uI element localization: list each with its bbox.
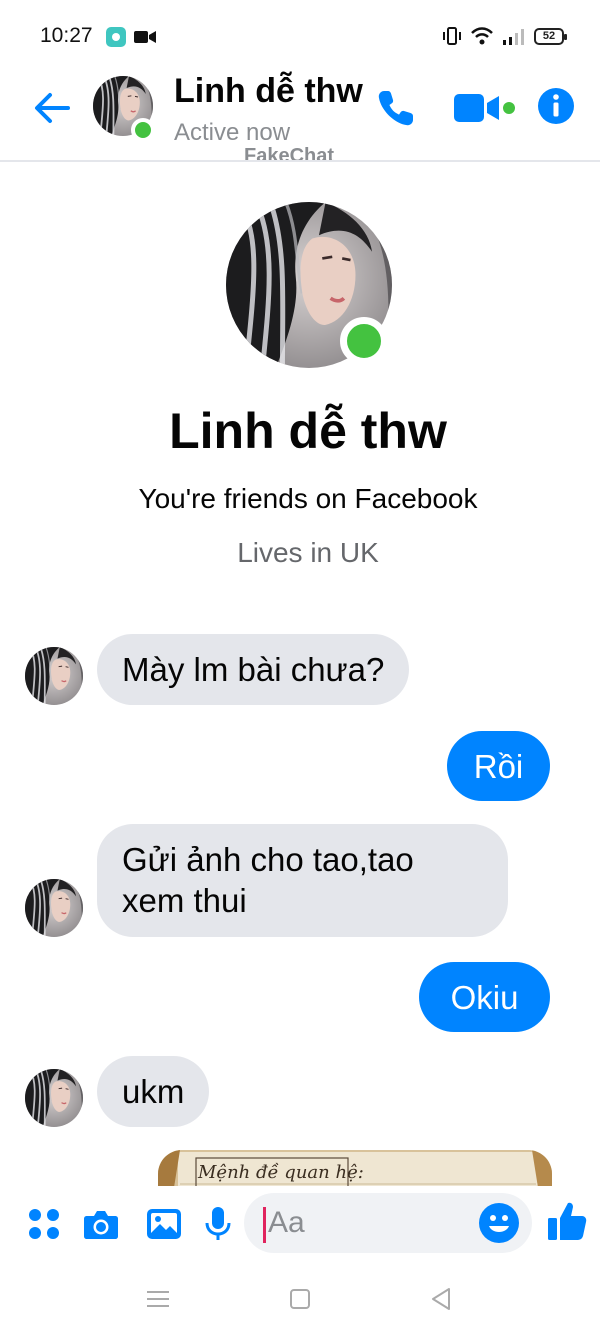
online-indicator — [131, 118, 155, 142]
message-avatar[interactable] — [25, 1069, 83, 1127]
back-triangle-icon[interactable] — [427, 1284, 457, 1314]
image-icon[interactable] — [144, 1204, 184, 1244]
message-input[interactable]: Aa — [244, 1193, 532, 1253]
info-icon[interactable] — [536, 86, 576, 126]
lives-in-text: Lives in UK — [237, 537, 379, 568]
message-avatar[interactable] — [25, 647, 83, 705]
incoming-message-bubble[interactable]: ukm — [97, 1056, 210, 1127]
friends-status-text: You're friends on Facebook — [138, 483, 478, 514]
camera-icon[interactable] — [81, 1204, 121, 1244]
watermark: FakeChat — [244, 145, 335, 160]
home-square-icon[interactable] — [285, 1284, 315, 1314]
outgoing-message-bubble[interactable]: Okiu — [419, 962, 550, 1032]
vibrate-icon — [443, 27, 461, 45]
video-camera-icon[interactable] — [452, 90, 516, 126]
app-notification-icon — [106, 27, 126, 47]
photo-caption-text: Mệnh đề quan hệ: — [198, 1162, 364, 1183]
status-time: 10:27 — [40, 24, 93, 47]
chat-header: Linh dễ thw Active now FakeChat — [0, 72, 600, 162]
profile-online-indicator — [340, 317, 388, 365]
active-status: Active now — [174, 119, 291, 146]
thumbs-up-icon[interactable] — [546, 1200, 588, 1242]
contact-name[interactable]: Linh dễ thw — [174, 72, 363, 111]
text-cursor — [263, 1207, 266, 1243]
microphone-icon[interactable] — [198, 1204, 238, 1244]
signal-icon — [503, 29, 524, 45]
phone-icon[interactable] — [374, 86, 418, 130]
incoming-message-bubble[interactable]: Gửi ảnh cho tao,tao xem thui — [97, 824, 508, 937]
apps-grid-icon[interactable] — [24, 1204, 64, 1244]
profile-name: Linh dễ thw — [169, 403, 447, 459]
outgoing-message-bubble[interactable]: Rồi — [447, 731, 550, 801]
battery-icon: 52 — [534, 27, 567, 45]
back-arrow-icon[interactable] — [30, 86, 74, 130]
video-recording-icon — [134, 31, 156, 43]
incoming-message-bubble[interactable]: Mày lm bài chưa? — [97, 634, 410, 705]
message-avatar[interactable] — [25, 879, 83, 937]
wifi-icon — [471, 27, 493, 45]
menu-icon[interactable] — [143, 1284, 173, 1314]
emoji-icon[interactable] — [478, 1202, 520, 1244]
status-bar: 10:27 52 — [0, 0, 600, 72]
message-input-placeholder: Aa — [268, 1206, 305, 1239]
status-indicators: 52 — [442, 24, 567, 48]
system-nav-bar — [0, 1266, 600, 1333]
message-composer: Aa — [0, 1186, 600, 1266]
